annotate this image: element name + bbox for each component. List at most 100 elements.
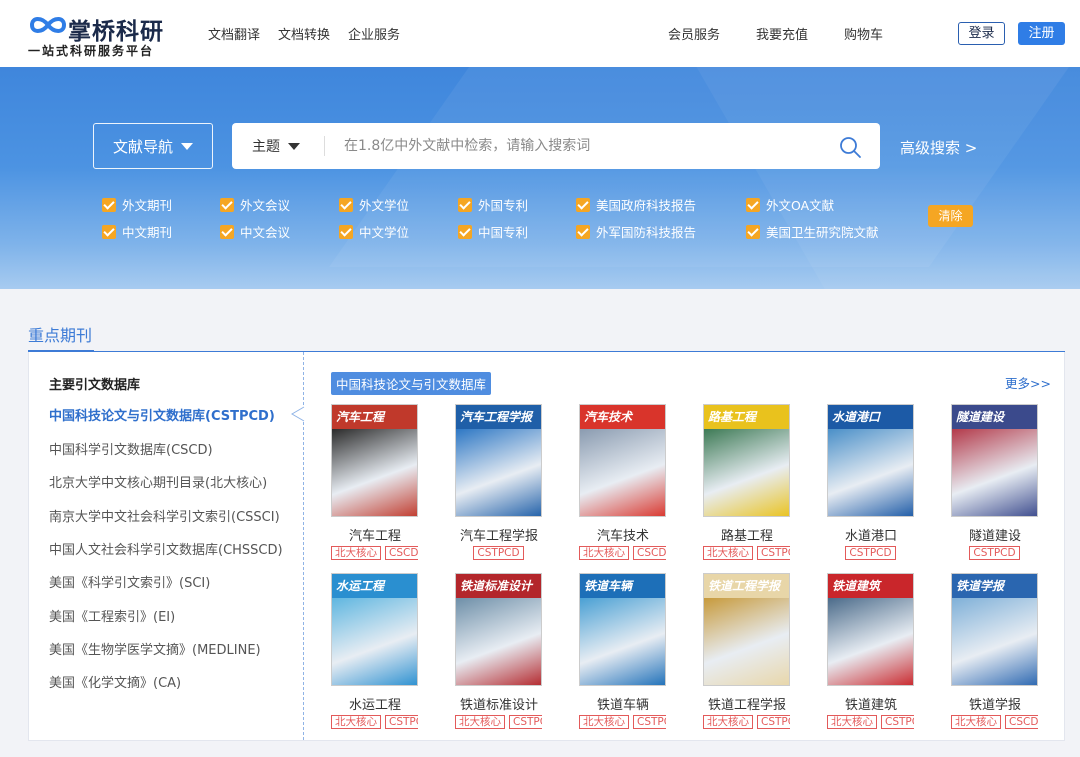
journal-cover-image[interactable]: 汽车工程 (331, 404, 418, 517)
journal-name[interactable]: 路基工程 (697, 525, 797, 544)
nav-enterprise[interactable]: 企业服务 (348, 24, 400, 43)
more-link[interactable]: 更多>> (1005, 373, 1051, 392)
index-badge: 北大核心 (579, 546, 629, 560)
nav-doc-convert[interactable]: 文档转换 (278, 24, 330, 43)
index-badge: 北大核心 (827, 715, 877, 729)
index-badge: 北大核心 (331, 546, 381, 560)
journal-cover-image[interactable]: 汽车工程学报 (455, 404, 542, 517)
clear-filters-button[interactable]: 清除 (928, 205, 973, 227)
journal-name[interactable]: 隧道建设 (945, 525, 1045, 544)
journal-cover-image[interactable]: 铁道车辆 (579, 573, 666, 686)
journal-card[interactable]: 路基工程路基工程北大核心CSTPCD (703, 404, 803, 569)
index-badge: 北大核心 (703, 546, 753, 560)
journal-cover-image[interactable]: 铁道学报 (951, 573, 1038, 686)
nav-doc-translate[interactable]: 文档翻译 (208, 24, 260, 43)
checkbox-checked-icon (746, 224, 760, 239)
filter-checkbox[interactable]: 外军国防科技报告 (576, 222, 696, 241)
journal-card[interactable]: 铁道建筑铁道建筑北大核心CSTPCD (827, 573, 927, 738)
sidebar-item-chsscd[interactable]: 中国人文社会科学引文数据库(CHSSCD) (49, 539, 283, 558)
filter-checkbox[interactable]: 中文会议 (220, 222, 290, 241)
index-badge: CSTPCD (473, 546, 524, 560)
index-badge: CSTPCD (969, 546, 1020, 560)
filter-checkbox[interactable]: 外文学位 (339, 195, 409, 214)
journal-card[interactable]: 铁道车辆铁道车辆北大核心CSTPCD (579, 573, 679, 738)
journal-name[interactable]: 水运工程 (325, 694, 425, 713)
sidebar-item-cstpcd[interactable]: 中国科技论文与引文数据库(CSTPCD) (49, 405, 275, 424)
journal-cover-artwork (580, 598, 665, 685)
filter-checkbox[interactable]: 外国专利 (458, 195, 528, 214)
journal-name[interactable]: 水道港口 (821, 525, 921, 544)
journal-badges: 北大核心 CSTPCD (703, 715, 790, 729)
search-scope-label: 主题 (252, 139, 280, 155)
filter-label: 外国专利 (478, 198, 529, 213)
sidebar-item-cssci[interactable]: 南京大学中文社会科学引文索引(CSSCI) (49, 506, 280, 525)
journal-card[interactable]: 水运工程水运工程北大核心CSTPCD (331, 573, 431, 738)
active-db-tag: 中国科技论文与引文数据库 (331, 372, 492, 395)
sidebar-item-medline[interactable]: 美国《生物学医学文摘》(MEDLINE) (49, 639, 261, 658)
journal-card[interactable]: 水道港口 水道港口 CSTPCD (827, 404, 927, 569)
index-badge: CSTPCD (633, 715, 666, 729)
sidebar-item-sci[interactable]: 美国《科学引文索引》(SCI) (49, 572, 210, 591)
journal-badges: 北大核心 CSTPCD (331, 715, 418, 729)
checkbox-checked-icon (220, 224, 234, 239)
journal-cover-image[interactable]: 汽车技术 (579, 404, 666, 517)
sidebar-item-cscd[interactable]: 中国科学引文数据库(CSCD) (49, 439, 213, 458)
index-badge: 北大核心 (703, 715, 753, 729)
journal-card[interactable]: 汽车工程 汽车工程 北大核心 CSCD (331, 404, 431, 569)
search-input[interactable] (344, 131, 824, 161)
journal-cover-title: 汽车工程 (332, 405, 417, 429)
advanced-search-link[interactable]: 高级搜索 > (900, 137, 977, 158)
filter-checkbox[interactable]: 外文OA文献 (746, 195, 834, 214)
journal-card[interactable]: 铁道学报 铁道学报 北大核心 CSCD (951, 573, 1051, 738)
site-logo[interactable]: 掌桥科研 一站式科研服务平台 (28, 10, 168, 60)
journal-badges: 北大核心 CSCD (579, 546, 666, 560)
login-button[interactable]: 登录 (958, 22, 1005, 45)
filter-checkbox[interactable]: 中国专利 (458, 222, 528, 241)
filter-checkbox[interactable]: 中文期刊 (102, 222, 172, 241)
filter-checkbox[interactable]: 美国政府科技报告 (576, 195, 696, 214)
journal-cover-image[interactable]: 隧道建设 (951, 404, 1038, 517)
filter-checkbox[interactable]: 外文会议 (220, 195, 290, 214)
sidebar-item-ei[interactable]: 美国《工程索引》(EI) (49, 606, 175, 625)
journal-name[interactable]: 汽车工程学报 (449, 525, 549, 544)
journal-badges: CSTPCD (827, 546, 914, 560)
journal-name[interactable]: 铁道建筑 (821, 694, 921, 713)
journal-name[interactable]: 铁道车辆 (573, 694, 673, 713)
journal-card[interactable]: 铁道标准设计铁道标准设计北大核心CSTPCD (455, 573, 555, 738)
journal-cover-image[interactable]: 水道港口 (827, 404, 914, 517)
journal-cover-artwork (580, 429, 665, 516)
journal-card[interactable]: 汽车技术 汽车技术 北大核心 CSCD (579, 404, 679, 569)
filter-row-chinese: 中文期刊 中文会议 中文学位 中国专利 外军国防科技报告 美国卫生研究院文献 (102, 222, 902, 240)
filter-checkbox[interactable]: 中文学位 (339, 222, 409, 241)
journal-cover-title: 水道港口 (828, 405, 913, 429)
search-scope-select[interactable]: 主题 (252, 123, 300, 169)
journal-cover-image[interactable]: 铁道建筑 (827, 573, 914, 686)
journal-name[interactable]: 铁道学报 (945, 694, 1045, 713)
search-icon[interactable] (838, 135, 862, 159)
nav-membership[interactable]: 会员服务 (668, 24, 720, 43)
journal-cover-image[interactable]: 铁道标准设计 (455, 573, 542, 686)
journal-card[interactable]: 隧道建设 隧道建设 CSTPCD (951, 404, 1051, 569)
journal-cover-artwork (332, 598, 417, 685)
journal-card[interactable]: 铁道工程学报铁道工程学报北大核心CSTPCD (703, 573, 803, 738)
journal-cover-image[interactable]: 铁道工程学报 (703, 573, 790, 686)
checkbox-checked-icon (339, 197, 353, 212)
journal-name[interactable]: 汽车工程 (325, 525, 425, 544)
journal-cover-image[interactable]: 水运工程 (331, 573, 418, 686)
filter-checkbox[interactable]: 外文期刊 (102, 195, 172, 214)
nav-cart[interactable]: 购物车 (844, 24, 883, 43)
sidebar-item-pku-core[interactable]: 北京大学中文核心期刊目录(北大核心) (49, 472, 267, 491)
top-nav-right: 会员服务 我要充值 购物车 (668, 24, 883, 43)
journal-card[interactable]: 汽车工程学报 汽车工程学报 CSTPCD (455, 404, 555, 569)
literature-nav-dropdown[interactable]: 文献导航 (93, 123, 213, 169)
sidebar-item-ca[interactable]: 美国《化学文摘》(CA) (49, 672, 181, 691)
journal-cover-image[interactable]: 路基工程 (703, 404, 790, 517)
citation-db-sidebar: 主要引文数据库 中国科技论文与引文数据库(CSTPCD) 中国科学引文数据库(C… (29, 352, 305, 740)
register-button[interactable]: 注册 (1018, 22, 1065, 45)
nav-recharge[interactable]: 我要充值 (756, 24, 808, 43)
journal-name[interactable]: 汽车技术 (573, 525, 673, 544)
filter-checkbox[interactable]: 美国卫生研究院文献 (746, 222, 879, 241)
journal-name[interactable]: 铁道工程学报 (697, 694, 797, 713)
journal-name[interactable]: 铁道标准设计 (449, 694, 549, 713)
filter-label: 中文会议 (240, 225, 291, 240)
